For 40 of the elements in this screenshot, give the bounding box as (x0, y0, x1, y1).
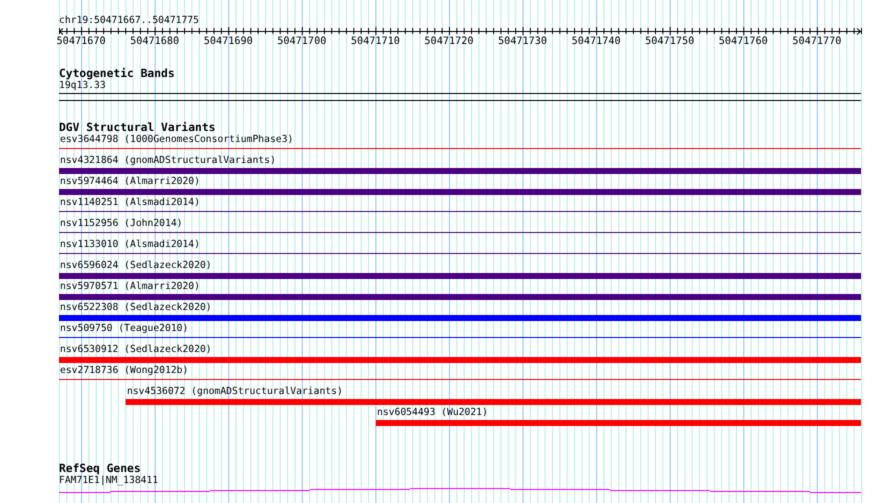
gene-label[interactable]: FAM71E1|NM_138411 (59, 475, 158, 487)
track-title: RefSeq Genes (59, 463, 141, 475)
variant-label[interactable]: nsv5970571 (Almarri2020) (60, 281, 200, 293)
tick-label: 50471770 (792, 36, 842, 47)
variant-label[interactable]: nsv1133010 (Alsmadi2014) (60, 239, 200, 251)
variant-label[interactable]: nsv1152956 (John2014) (60, 218, 182, 230)
variant-label[interactable]: nsv6530912 (Sedlazeck2020) (60, 344, 212, 356)
tick-label: 50471680 (130, 36, 180, 47)
tick-label: 50471740 (572, 36, 621, 47)
tick-label: 50471700 (277, 36, 326, 47)
tick-label: 50471690 (204, 36, 253, 47)
track-title: DGV Structural Variants (59, 122, 216, 134)
variant-label[interactable]: nsv509750 (Teague2010) (60, 323, 188, 335)
tick-label: 50471670 (56, 36, 106, 47)
variant-label[interactable]: nsv4536072 (gnomADStructuralVariants) (127, 386, 343, 398)
variant-label[interactable]: nsv4321864 (gnomADStructuralVariants) (60, 155, 276, 167)
band-label: 19q13.33 (59, 80, 106, 92)
location-label: chr19:50471667..50471775 (59, 15, 199, 27)
variant-bar[interactable] (126, 399, 861, 405)
variant-bar[interactable] (59, 168, 861, 174)
variant-bar[interactable] (59, 315, 861, 321)
variant-label[interactable]: nsv5974464 (Almarri2020) (60, 176, 200, 188)
tick-label: 50471750 (645, 36, 694, 47)
track-title: Cytogenetic Bands (59, 68, 175, 80)
variant-label[interactable]: nsv6054493 (Wu2021) (377, 407, 488, 419)
variant-bar[interactable] (59, 294, 861, 300)
tick-label: 50471710 (350, 36, 400, 47)
variant-label[interactable]: nsv1140251 (Alsmadi2014) (60, 197, 200, 209)
variant-bar[interactable] (59, 273, 861, 279)
tick-label: 50471730 (498, 36, 548, 47)
variant-bar[interactable] (376, 420, 861, 426)
variant-label[interactable]: esv2718736 (Wong2012b) (60, 365, 188, 377)
variant-bar[interactable] (59, 189, 861, 195)
variant-label[interactable]: esv3644798 (1000GenomesConsortiumPhase3) (60, 134, 294, 146)
variant-bar[interactable] (59, 357, 861, 363)
gene-line-drawing[interactable] (59, 488, 861, 493)
variant-label[interactable]: nsv6596024 (Sedlazeck2020) (60, 260, 212, 272)
variant-label[interactable]: nsv6522308 (Sedlazeck2020) (60, 302, 212, 314)
tick-label: 50471720 (424, 36, 474, 47)
tick-label: 50471760 (718, 36, 768, 47)
